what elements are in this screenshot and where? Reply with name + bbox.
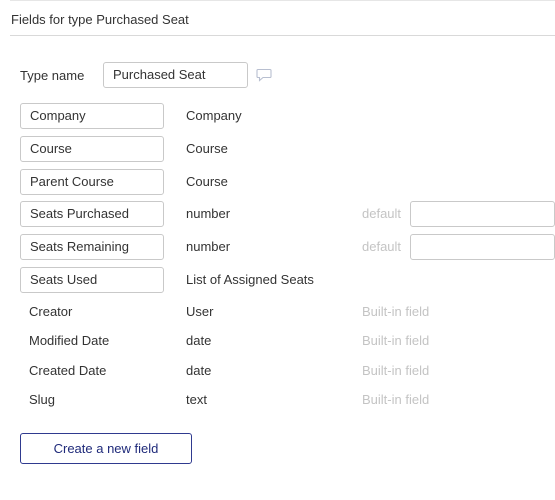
field-type[interactable]: Course	[186, 136, 228, 162]
top-border	[10, 0, 555, 1]
field-type[interactable]: number	[186, 234, 230, 260]
default-value-input[interactable]	[410, 201, 555, 227]
field-type[interactable]: Company	[186, 103, 242, 129]
field-name-input[interactable]: Company	[20, 103, 164, 129]
field-name-input[interactable]: Seats Purchased	[20, 201, 164, 227]
default-label: default	[362, 239, 402, 254]
field-row: Parent Course Course	[0, 169, 555, 195]
create-new-field-button[interactable]: Create a new field	[20, 433, 192, 464]
builtin-field-name: Creator	[29, 304, 73, 319]
default-value-input[interactable]	[410, 234, 555, 260]
builtin-field-note: Built-in field	[362, 304, 430, 319]
field-row: Seats Remaining number default	[0, 234, 555, 260]
header-divider	[10, 35, 555, 36]
field-name-input[interactable]: Parent Course	[20, 169, 164, 195]
builtin-field-type: date	[186, 363, 212, 378]
builtin-field-type: text	[186, 392, 207, 407]
field-row: Seats Used List of Assigned Seats	[0, 267, 555, 293]
builtin-field-note: Built-in field	[362, 392, 430, 407]
builtin-field-row: Creator User Built-in field	[0, 299, 555, 325]
field-type[interactable]: Course	[186, 169, 228, 195]
builtin-field-type: date	[186, 333, 212, 348]
builtin-field-note: Built-in field	[362, 363, 430, 378]
builtin-field-name: Modified Date	[29, 333, 110, 348]
builtin-field-name: Slug	[29, 392, 56, 407]
field-name-input[interactable]: Seats Remaining	[20, 234, 164, 260]
default-label: default	[362, 206, 402, 221]
comment-icon[interactable]	[256, 68, 272, 82]
panel-title: Fields for type Purchased Seat	[11, 12, 189, 27]
fields-panel: Fields for type Purchased Seat Type name…	[0, 0, 555, 500]
field-name-input[interactable]: Course	[20, 136, 164, 162]
field-row: Company Company	[0, 103, 555, 129]
builtin-field-name: Created Date	[29, 363, 107, 378]
field-type[interactable]: number	[186, 201, 230, 227]
type-name-label: Type name	[20, 68, 85, 83]
builtin-field-row: Created Date date Built-in field	[0, 358, 555, 384]
field-type[interactable]: List of Assigned Seats	[186, 267, 314, 293]
type-name-input[interactable]: Purchased Seat	[103, 62, 248, 88]
field-row: Course Course	[0, 136, 555, 162]
field-row: Seats Purchased number default	[0, 201, 555, 227]
field-name-input[interactable]: Seats Used	[20, 267, 164, 293]
builtin-field-row: Modified Date date Built-in field	[0, 328, 555, 354]
builtin-field-row: Slug text Built-in field	[0, 387, 555, 413]
builtin-field-type: User	[186, 304, 214, 319]
builtin-field-note: Built-in field	[362, 333, 430, 348]
